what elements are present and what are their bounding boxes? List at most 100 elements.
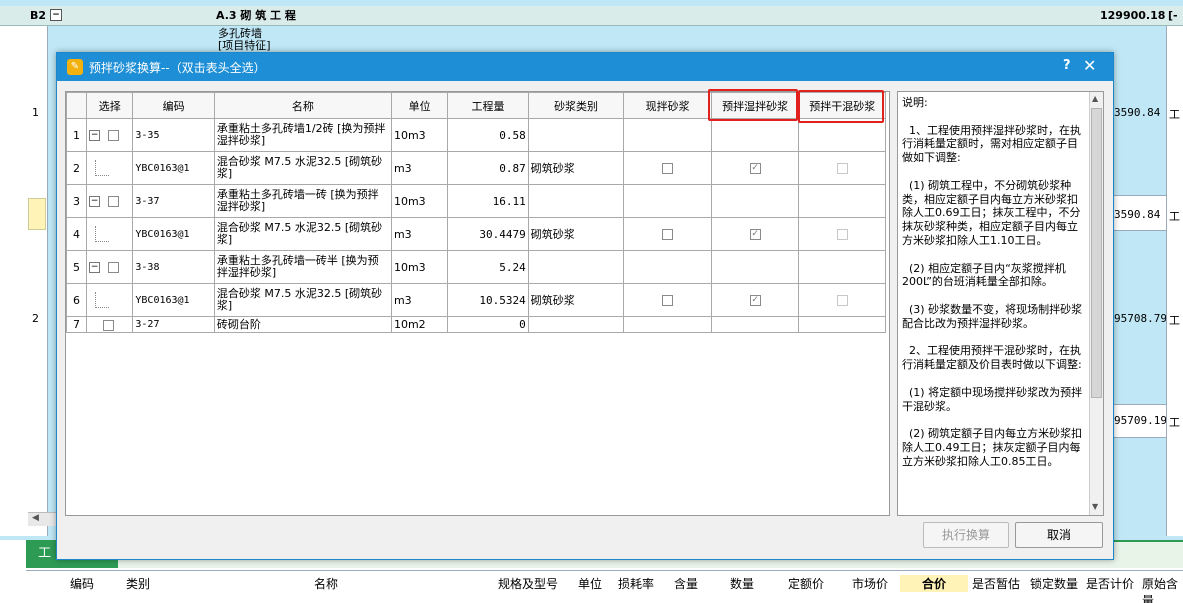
collapse-icon[interactable]: − bbox=[89, 130, 101, 141]
footer-header[interactable]: 损耗率 bbox=[618, 575, 654, 592]
ready-dry-cell[interactable] bbox=[798, 151, 886, 185]
site-mixed-cell[interactable] bbox=[623, 151, 712, 185]
select-checkbox[interactable] bbox=[108, 130, 120, 141]
select-checkbox[interactable] bbox=[108, 196, 120, 207]
footer-header[interactable]: 是否计价 bbox=[1086, 575, 1134, 592]
dialog-title-bar[interactable]: ✎ 预拌砂浆换算--（双击表头全选） ? ✕ bbox=[57, 53, 1113, 81]
column-header-name[interactable]: 名称 bbox=[213, 92, 392, 119]
ready-dry-cell[interactable] bbox=[798, 316, 886, 333]
footer-header[interactable]: 锁定数量 bbox=[1030, 575, 1078, 592]
help-button[interactable]: ? bbox=[1063, 58, 1071, 73]
footer-header[interactable]: 定额价 bbox=[788, 575, 824, 592]
table-row[interactable]: 1− 3-35 承重粘土多孔砖墙1/2砖 [换为预拌湿拌砂浆] 10m3 0.58 bbox=[66, 118, 886, 152]
mortar-checkbox[interactable] bbox=[662, 229, 674, 240]
footer-header[interactable]: 原始含量 bbox=[1142, 575, 1183, 603]
select-cell[interactable] bbox=[86, 283, 134, 317]
footer-header[interactable]: 市场价 bbox=[852, 575, 888, 592]
collapse-icon[interactable]: − bbox=[50, 9, 62, 21]
select-cell[interactable]: − bbox=[86, 184, 134, 218]
column-header-select[interactable]: 选择 bbox=[86, 92, 134, 119]
site-mixed-cell[interactable] bbox=[623, 184, 712, 218]
table-row[interactable]: 6 YBC0163@1 混合砂浆 M7.5 水泥32.5 [砌筑砂浆] m3 10.53… bbox=[66, 283, 886, 317]
column-header-mortar-type[interactable]: 砂浆类别 bbox=[527, 92, 625, 119]
scroll-left-icon[interactable]: ◀ bbox=[32, 513, 39, 523]
table-row[interactable]: 5− 3-38 承重粘土多孔砖墙一砖半 [换为预拌湿拌砂浆] 10m3 5.24 bbox=[66, 250, 886, 284]
right-tail: 工 bbox=[1169, 210, 1180, 223]
column-header-index bbox=[66, 92, 88, 119]
site-mixed-cell[interactable] bbox=[623, 250, 712, 284]
cancel-button[interactable]: 取消 bbox=[1015, 522, 1103, 548]
scroll-up-icon[interactable]: ▲ bbox=[1092, 94, 1098, 103]
select-checkbox[interactable] bbox=[108, 262, 120, 273]
footer-header[interactable]: 编码 bbox=[70, 575, 94, 592]
footer-header[interactable]: 合价 bbox=[900, 575, 969, 592]
ready-wet-cell[interactable] bbox=[710, 118, 800, 152]
select-checkbox[interactable] bbox=[103, 319, 115, 331]
collapse-icon[interactable]: − bbox=[89, 262, 101, 273]
ready-wet-cell[interactable] bbox=[710, 250, 800, 284]
column-header-code[interactable]: 编码 bbox=[132, 92, 215, 119]
ready-wet-cell[interactable]: ✓ bbox=[710, 217, 800, 251]
resource-table-header: 编码 类别 名称 规格及型号 单位 损耗率 含量 数量 定额价 市场价 合价 是… bbox=[26, 570, 1183, 603]
ready-dry-cell[interactable] bbox=[798, 118, 886, 152]
ready-wet-cell[interactable] bbox=[710, 316, 800, 333]
mortar-checkbox[interactable] bbox=[662, 163, 674, 174]
row-index: 2 bbox=[66, 151, 88, 185]
site-mixed-cell[interactable] bbox=[623, 118, 712, 152]
collapse-icon[interactable]: − bbox=[89, 196, 101, 207]
description-panel: 说明: 1、工程使用预拌湿拌砂浆时，在执行消耗量定额时，需对相应定额子目做如下调… bbox=[897, 91, 1104, 516]
site-mixed-cell[interactable] bbox=[623, 283, 712, 317]
mortar-type-cell: 砌筑砂浆 bbox=[527, 217, 625, 251]
mortar-checkbox[interactable]: ✓ bbox=[749, 295, 761, 306]
ready-wet-cell[interactable]: ✓ bbox=[710, 151, 800, 185]
table-row[interactable]: 2 YBC0163@1 混合砂浆 M7.5 水泥32.5 [砌筑砂浆] m3 0.87 砌… bbox=[66, 151, 886, 185]
ready-dry-cell[interactable] bbox=[798, 217, 886, 251]
ready-dry-cell[interactable] bbox=[798, 283, 886, 317]
header-tail: [- bbox=[1168, 9, 1178, 22]
app-icon: ✎ bbox=[67, 59, 83, 75]
code-cell: 3-37 bbox=[132, 184, 215, 218]
site-mixed-cell[interactable] bbox=[623, 316, 712, 333]
select-cell[interactable] bbox=[86, 151, 134, 185]
ready-wet-cell[interactable] bbox=[710, 184, 800, 218]
column-header-unit[interactable]: 单位 bbox=[390, 92, 449, 119]
mortar-type-cell bbox=[527, 184, 625, 218]
footer-header[interactable]: 是否暂估 bbox=[972, 575, 1020, 592]
section-header-row[interactable]: B2 − A.3 砌 筑 工 程 129900.18 [- bbox=[0, 6, 1183, 26]
header-row-id: B2 bbox=[30, 9, 47, 22]
scroll-thumb[interactable] bbox=[1091, 108, 1102, 398]
quantity-cell: 16.11 bbox=[447, 184, 529, 218]
footer-header[interactable]: 名称 bbox=[314, 575, 338, 592]
table-row[interactable]: 7 3-27 砖砌台阶 10m2 0 bbox=[66, 316, 886, 333]
select-cell[interactable]: − bbox=[86, 250, 134, 284]
footer-header[interactable]: 规格及型号 bbox=[498, 575, 558, 592]
column-header-quantity[interactable]: 工程量 bbox=[447, 92, 529, 119]
ready-dry-cell[interactable] bbox=[798, 184, 886, 218]
close-button[interactable]: ✕ bbox=[1083, 56, 1096, 75]
select-cell[interactable]: − bbox=[86, 118, 134, 152]
site-mixed-cell[interactable] bbox=[623, 217, 712, 251]
right-value: 3590.84 bbox=[1114, 106, 1161, 119]
scroll-down-icon[interactable]: ▼ bbox=[1092, 502, 1098, 511]
mortar-checkbox[interactable] bbox=[662, 295, 674, 306]
ready-wet-cell[interactable]: ✓ bbox=[710, 283, 800, 317]
select-cell[interactable] bbox=[86, 316, 134, 333]
description-scrollbar[interactable]: ▲ ▼ bbox=[1089, 92, 1103, 515]
mortar-checkbox[interactable]: ✓ bbox=[749, 163, 761, 174]
quantity-cell: 10.5324 bbox=[447, 283, 529, 317]
footer-header[interactable]: 含量 bbox=[674, 575, 698, 592]
ready-dry-cell[interactable] bbox=[798, 250, 886, 284]
unit-cell: m3 bbox=[390, 283, 449, 317]
table-row[interactable]: 4 YBC0163@1 混合砂浆 M7.5 水泥32.5 [砌筑砂浆] m3 30.44… bbox=[66, 217, 886, 251]
footer-header[interactable]: 类别 bbox=[126, 575, 150, 592]
mortar-checkbox[interactable]: ✓ bbox=[749, 229, 761, 240]
footer-header[interactable]: 数量 bbox=[730, 575, 754, 592]
execute-conversion-button[interactable]: 执行换算 bbox=[923, 522, 1009, 548]
select-cell[interactable] bbox=[86, 217, 134, 251]
column-header-site-mixed[interactable]: 现拌砂浆 bbox=[623, 92, 712, 119]
footer-header[interactable]: 单位 bbox=[578, 575, 602, 592]
selected-row-marker[interactable] bbox=[28, 198, 46, 230]
mortar-checkbox-disabled bbox=[836, 229, 848, 240]
code-cell: YBC0163@1 bbox=[132, 283, 215, 317]
table-row[interactable]: 3− 3-37 承重粘土多孔砖墙一砖 [换为预拌湿拌砂浆] 10m3 16.11 bbox=[66, 184, 886, 218]
